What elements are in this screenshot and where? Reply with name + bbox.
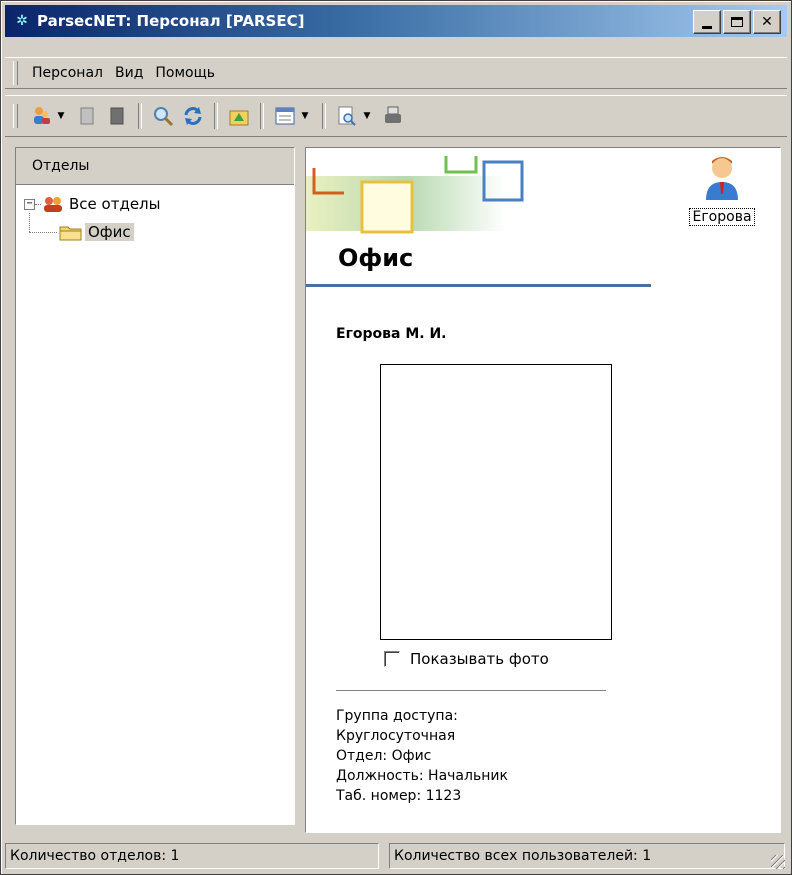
printer-icon bbox=[385, 106, 401, 123]
photo-frame bbox=[380, 364, 612, 640]
details-panel: Офис Егорова Егорова М. И. Показывать фо… bbox=[305, 147, 781, 833]
preview-icon bbox=[338, 106, 356, 126]
window-controls: ✕ bbox=[693, 10, 781, 34]
tree-connector bbox=[35, 203, 41, 205]
refresh-icon bbox=[184, 107, 202, 125]
toolbar: ▼ ▼ ▼ bbox=[5, 95, 787, 137]
menu-grip[interactable] bbox=[13, 61, 18, 85]
position-line: Должность: Начальник bbox=[336, 768, 508, 784]
list-view-icon bbox=[275, 107, 295, 125]
access-group-value: Круглосуточная bbox=[336, 728, 456, 744]
preview-button[interactable] bbox=[334, 103, 360, 129]
toolbar-separator bbox=[214, 103, 218, 129]
toolbar-grip[interactable] bbox=[13, 104, 18, 128]
minimize-button[interactable] bbox=[693, 10, 721, 34]
users-icon bbox=[34, 107, 50, 124]
details-divider bbox=[336, 690, 606, 691]
status-bar: Количество отделов: 1 Количество всех по… bbox=[5, 843, 787, 871]
title-bar[interactable]: ✲ ParsecNET: Персонал [PARSEC] ✕ bbox=[5, 5, 787, 37]
search-icon bbox=[154, 107, 174, 127]
page-button[interactable] bbox=[74, 103, 100, 129]
departments-tree: − Все отделы Офис bbox=[16, 185, 294, 241]
status-departments: Количество отделов: 1 bbox=[5, 843, 379, 869]
home-button[interactable] bbox=[226, 103, 252, 129]
search-button[interactable] bbox=[150, 103, 176, 129]
maximize-icon bbox=[731, 17, 743, 27]
app-icon: ✲ bbox=[16, 13, 28, 29]
show-photo-toggle[interactable]: Показывать фото bbox=[384, 650, 549, 668]
collapse-icon[interactable]: − bbox=[24, 198, 35, 210]
resize-grip-icon[interactable] bbox=[771, 855, 785, 869]
window-title: ParsecNET: Персонал [PARSEC] bbox=[37, 12, 305, 30]
status-users: Количество всех пользователей: 1 bbox=[389, 843, 785, 869]
access-group-label: Группа доступа: bbox=[336, 708, 458, 724]
menu-bar: Персонал Вид Помощь bbox=[5, 57, 787, 89]
toolbar-separator bbox=[322, 103, 326, 129]
page-dark-button[interactable] bbox=[104, 103, 130, 129]
page-dark-icon bbox=[110, 107, 124, 125]
show-photo-checkbox[interactable] bbox=[384, 651, 400, 667]
users-dropdown-arrow[interactable]: ▼ bbox=[56, 111, 66, 121]
user-caption: Егорова bbox=[689, 208, 755, 226]
show-photo-label: Показывать фото bbox=[410, 650, 549, 668]
list-view-dropdown-arrow[interactable]: ▼ bbox=[300, 111, 310, 121]
tree-item-all-departments[interactable]: − Все отделы bbox=[24, 193, 160, 215]
close-icon: ✕ bbox=[761, 14, 773, 30]
toolbar-separator bbox=[138, 103, 142, 129]
list-view-button[interactable] bbox=[272, 103, 298, 129]
maximize-button[interactable] bbox=[723, 10, 751, 34]
toolbar-separator bbox=[260, 103, 264, 129]
folder-icon bbox=[59, 226, 82, 241]
users-button[interactable] bbox=[28, 103, 54, 129]
person-name: Егорова М. И. bbox=[336, 326, 447, 342]
menu-view[interactable]: Вид bbox=[109, 65, 149, 81]
department-title: Офис bbox=[338, 244, 414, 272]
tree-item-office[interactable]: Офис bbox=[29, 221, 134, 243]
tree-connector bbox=[29, 231, 57, 233]
department-line: Отдел: Офис bbox=[336, 748, 432, 764]
tree-label: Все отделы bbox=[69, 195, 161, 213]
status-gap bbox=[379, 843, 389, 871]
tree-label: Офис bbox=[85, 223, 134, 241]
home-icon bbox=[229, 110, 249, 126]
tab-number-line: Таб. номер: 1123 bbox=[336, 788, 462, 804]
group-icon bbox=[44, 197, 62, 212]
departments-header: Отделы bbox=[16, 148, 294, 185]
departments-panel: Отделы − Все отделы Офис bbox=[15, 147, 295, 825]
banner-divider bbox=[306, 284, 651, 287]
app-window: ✲ ParsecNET: Персонал [PARSEC] ✕ Персона… bbox=[0, 0, 792, 875]
close-button[interactable]: ✕ bbox=[753, 10, 781, 34]
minimize-icon bbox=[702, 25, 712, 29]
user-card[interactable]: Егорова bbox=[676, 154, 768, 226]
person-details: Группа доступа: Круглосуточная Отдел: Оф… bbox=[336, 706, 508, 806]
refresh-button[interactable] bbox=[180, 103, 206, 129]
print-button[interactable] bbox=[380, 103, 406, 129]
menu-personnel[interactable]: Персонал bbox=[26, 65, 109, 81]
menu-help[interactable]: Помощь bbox=[149, 65, 221, 81]
page-icon bbox=[80, 107, 94, 125]
user-icon bbox=[706, 157, 738, 200]
preview-dropdown-arrow[interactable]: ▼ bbox=[362, 111, 372, 121]
